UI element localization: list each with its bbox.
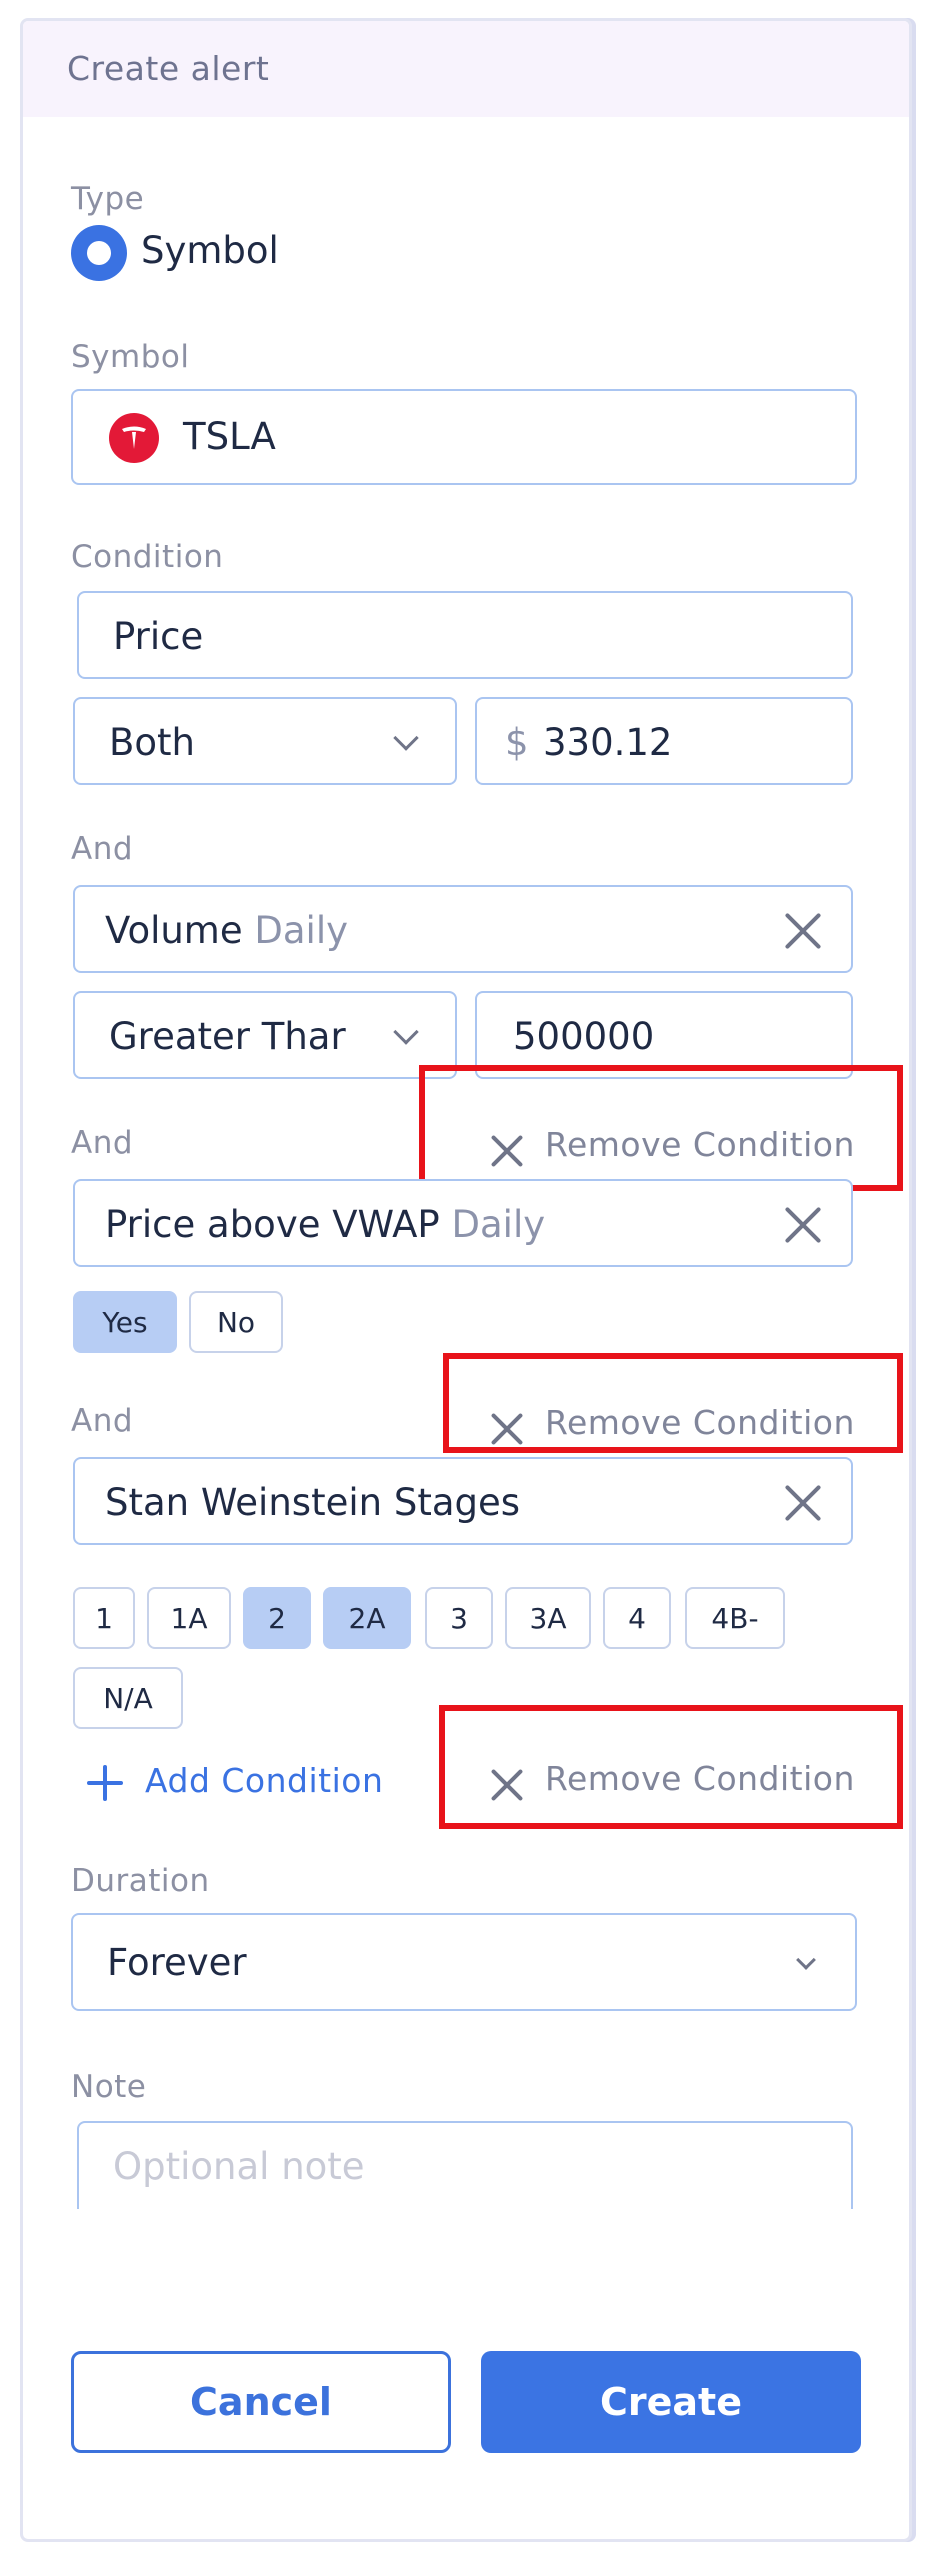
vwap-yes-button[interactable]: Yes <box>73 1291 177 1353</box>
stages-condition-name: Stan Weinstein Stages <box>105 1481 521 1524</box>
plus-icon[interactable] <box>87 1765 123 1801</box>
panel-header: Create alert <box>23 21 909 117</box>
direction-value: Both <box>109 721 195 764</box>
type-label: Type <box>71 181 145 217</box>
symbol-label: Symbol <box>71 339 190 375</box>
symbol-input[interactable]: TSLA <box>71 389 857 485</box>
highlight-box <box>443 1353 903 1453</box>
note-label: Note <box>71 2069 147 2105</box>
chevron-down-icon <box>393 1019 419 1045</box>
create-alert-panel: Create alert Type Symbol Symbol TSLA Con… <box>20 18 912 2542</box>
duration-select[interactable]: Forever <box>71 1913 857 2011</box>
note-textarea[interactable]: Optional note <box>77 2121 853 2209</box>
condition-label: Condition <box>71 539 224 575</box>
vwap-condition-field[interactable]: Price above VWAP Daily <box>73 1179 853 1267</box>
clear-stages-icon[interactable] <box>783 1483 823 1523</box>
stage-chip-4b[interactable]: 4B- <box>685 1587 785 1649</box>
clear-volume-icon[interactable] <box>783 911 823 951</box>
stage-chip-2[interactable]: 2 <box>243 1587 311 1649</box>
operator-select[interactable]: Greater Thar <box>73 991 457 1079</box>
symbol-radio-label[interactable]: Symbol <box>141 229 279 272</box>
volume-condition-field[interactable]: Volume Daily <box>73 885 853 973</box>
highlight-box <box>439 1705 903 1829</box>
chevron-down-icon <box>796 1950 816 1970</box>
duration-value: Forever <box>107 1941 247 1984</box>
clear-vwap-icon[interactable] <box>783 1205 823 1245</box>
and-label: And <box>71 1403 134 1439</box>
condition-field-value: Price <box>113 615 204 658</box>
create-button[interactable]: Create <box>481 2351 861 2453</box>
cancel-button[interactable]: Cancel <box>71 2351 451 2453</box>
price-input[interactable]: $ 330.12 <box>475 697 853 785</box>
stage-chip-4[interactable]: 4 <box>603 1587 671 1649</box>
highlight-box <box>419 1065 903 1191</box>
tesla-logo-icon <box>109 413 159 463</box>
panel-title: Create alert <box>67 49 270 88</box>
price-value: 330.12 <box>543 721 673 764</box>
condition-field-select[interactable]: Price <box>77 591 853 679</box>
stage-chip-2a[interactable]: 2A <box>323 1587 411 1649</box>
stage-chip-3[interactable]: 3 <box>425 1587 493 1649</box>
stage-chip-1[interactable]: 1 <box>73 1587 135 1649</box>
currency-symbol: $ <box>505 721 529 764</box>
vwap-no-button[interactable]: No <box>189 1291 283 1353</box>
stage-chip-3a[interactable]: 3A <box>505 1587 591 1649</box>
volume-amount-value: 500000 <box>513 1015 655 1058</box>
stage-chip-na[interactable]: N/A <box>73 1667 183 1729</box>
note-placeholder: Optional note <box>113 2145 365 2188</box>
duration-label: Duration <box>71 1863 210 1899</box>
and-label: And <box>71 831 134 867</box>
chevron-down-icon <box>393 725 419 751</box>
stage-chip-1a[interactable]: 1A <box>147 1587 231 1649</box>
vwap-condition-name: Price above VWAP Daily <box>105 1203 546 1246</box>
symbol-radio[interactable] <box>71 225 127 281</box>
direction-select[interactable]: Both <box>73 697 457 785</box>
stages-condition-field[interactable]: Stan Weinstein Stages <box>73 1457 853 1545</box>
and-label: And <box>71 1125 134 1161</box>
symbol-value: TSLA <box>183 415 276 458</box>
operator-value: Greater Thar <box>109 1015 346 1058</box>
add-condition-button[interactable]: Add Condition <box>145 1761 383 1800</box>
volume-condition-name: Volume Daily <box>105 909 349 952</box>
